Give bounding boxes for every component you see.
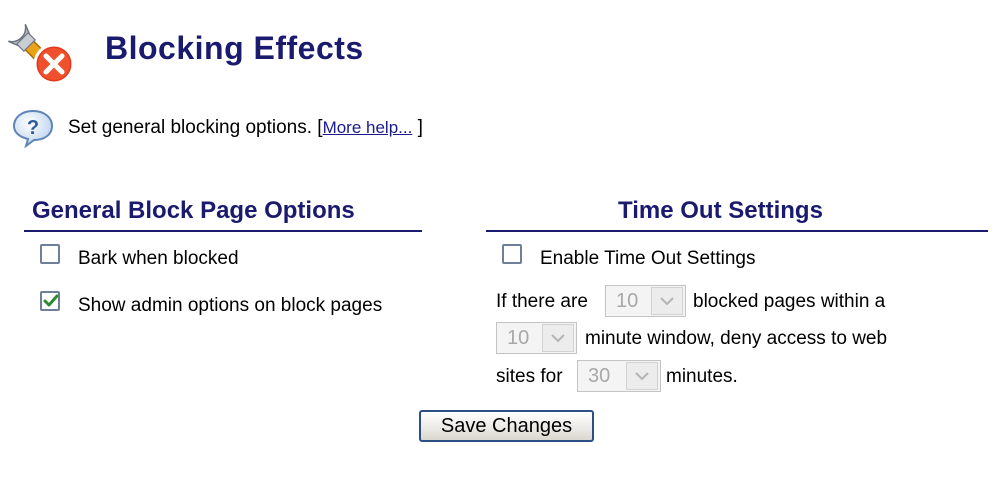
save-changes-button[interactable]: Save Changes bbox=[419, 410, 594, 442]
enable-timeout-label[interactable]: Enable Time Out Settings bbox=[540, 248, 755, 270]
blocked-pages-select[interactable]: 10 bbox=[605, 285, 686, 317]
wrench-block-icon bbox=[8, 20, 84, 88]
help-question-icon: ? bbox=[12, 108, 54, 149]
chevron-down-icon bbox=[542, 324, 574, 352]
timeout-heading: Time Out Settings bbox=[618, 197, 823, 224]
bark-label[interactable]: Bark when blocked bbox=[78, 248, 239, 270]
blocked-pages-value: 10 bbox=[616, 289, 639, 312]
checkmark-icon bbox=[43, 294, 59, 307]
page-title: Blocking Effects bbox=[105, 30, 364, 66]
timeout-text-2: blocked pages within a bbox=[693, 291, 886, 312]
enable-timeout-checkbox[interactable] bbox=[502, 244, 522, 264]
minute-window-select[interactable]: 10 bbox=[496, 322, 577, 354]
general-options-divider bbox=[24, 230, 422, 232]
admin-options-label[interactable]: Show admin options on block pages bbox=[78, 295, 382, 317]
minute-window-value: 10 bbox=[507, 326, 530, 349]
general-options-heading: General Block Page Options bbox=[32, 197, 355, 224]
svg-text:?: ? bbox=[27, 117, 39, 139]
timeout-text-4: sites for bbox=[496, 366, 563, 387]
help-text: Set general blocking options. [More help… bbox=[68, 117, 423, 139]
help-description: Set general blocking options. bbox=[68, 117, 312, 138]
bark-checkbox[interactable] bbox=[40, 244, 60, 264]
admin-options-checkbox[interactable] bbox=[40, 291, 60, 311]
timeout-text-3: minute window, deny access to web bbox=[585, 328, 888, 349]
chevron-down-icon bbox=[651, 287, 683, 315]
more-help-link[interactable]: More help... bbox=[323, 118, 413, 137]
chevron-down-icon bbox=[626, 362, 658, 390]
timeout-text-1: If there are bbox=[496, 291, 588, 312]
deny-minutes-select[interactable]: 30 bbox=[577, 360, 661, 392]
timeout-divider bbox=[486, 230, 988, 232]
timeout-text-5: minutes. bbox=[666, 366, 738, 387]
help-bracket-close: ] bbox=[417, 117, 423, 138]
deny-minutes-value: 30 bbox=[588, 364, 611, 387]
